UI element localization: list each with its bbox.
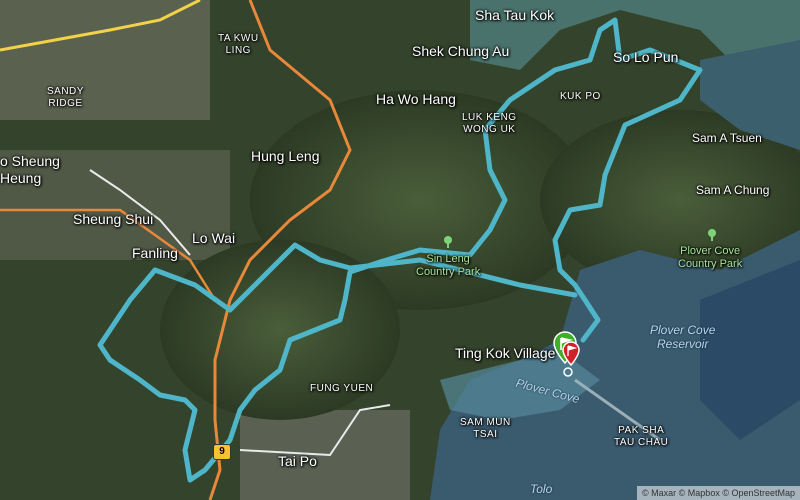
label-so-lo-pun: So Lo Pun [613, 49, 679, 65]
route-start-end-marker[interactable] [552, 330, 582, 378]
park-tree-icon [444, 236, 452, 248]
label-luk-keng-wong-uk: LUK KENG WONG UK [462, 112, 517, 135]
route-9-shield-icon: 9 [213, 444, 231, 460]
label-hung-leng: Hung Leng [251, 148, 320, 164]
map-attribution[interactable]: © Maxar © Mapbox © OpenStreetMap [637, 486, 800, 500]
label-sha-tau-kok: Sha Tau Kok [475, 7, 555, 23]
label-ho-sheung-heung: o Sheung Heung [0, 153, 60, 186]
map-view[interactable]: Sha Tau Kok TA KWU LING Shek Chung Au So… [0, 0, 800, 500]
label-ha-wo-hang: Ha Wo Hang [376, 91, 456, 107]
label-plover-cove-reservoir: Plover Cove Reservoir [650, 323, 716, 351]
label-sin-leng-country-park: Sin Leng Country Park [416, 253, 481, 278]
label-pak-sha-tau-chau: PAK SHA TAU CHAU [614, 425, 669, 448]
label-kuk-po: KUK PO [560, 91, 601, 102]
label-sam-a-tsuen: Sam A Tsuen [692, 131, 762, 145]
label-ta-kwu-ling: TA KWU LING [218, 33, 259, 56]
label-sandy-ridge: SANDY RIDGE [47, 86, 84, 109]
label-tai-po: Tai Po [278, 453, 317, 469]
label-ting-kok-village: Ting Kok Village [455, 345, 556, 361]
label-fanling: Fanling [132, 245, 178, 261]
urban-area-north [0, 0, 210, 120]
label-tolo: Tolo [530, 482, 553, 496]
label-plover-cove-country-park: Plover Cove Country Park [678, 245, 743, 270]
label-lo-wai: Lo Wai [192, 230, 236, 246]
label-shek-chung-au: Shek Chung Au [412, 43, 510, 59]
label-fung-yuen: FUNG YUEN [310, 383, 374, 394]
label-sam-a-chung: Sam A Chung [696, 183, 770, 197]
park-tree-icon [708, 229, 716, 241]
label-sam-mun-tsai: SAM MUN TSAI [460, 417, 511, 440]
pin-anchor [563, 367, 573, 377]
label-sheung-shui: Sheung Shui [73, 211, 154, 227]
